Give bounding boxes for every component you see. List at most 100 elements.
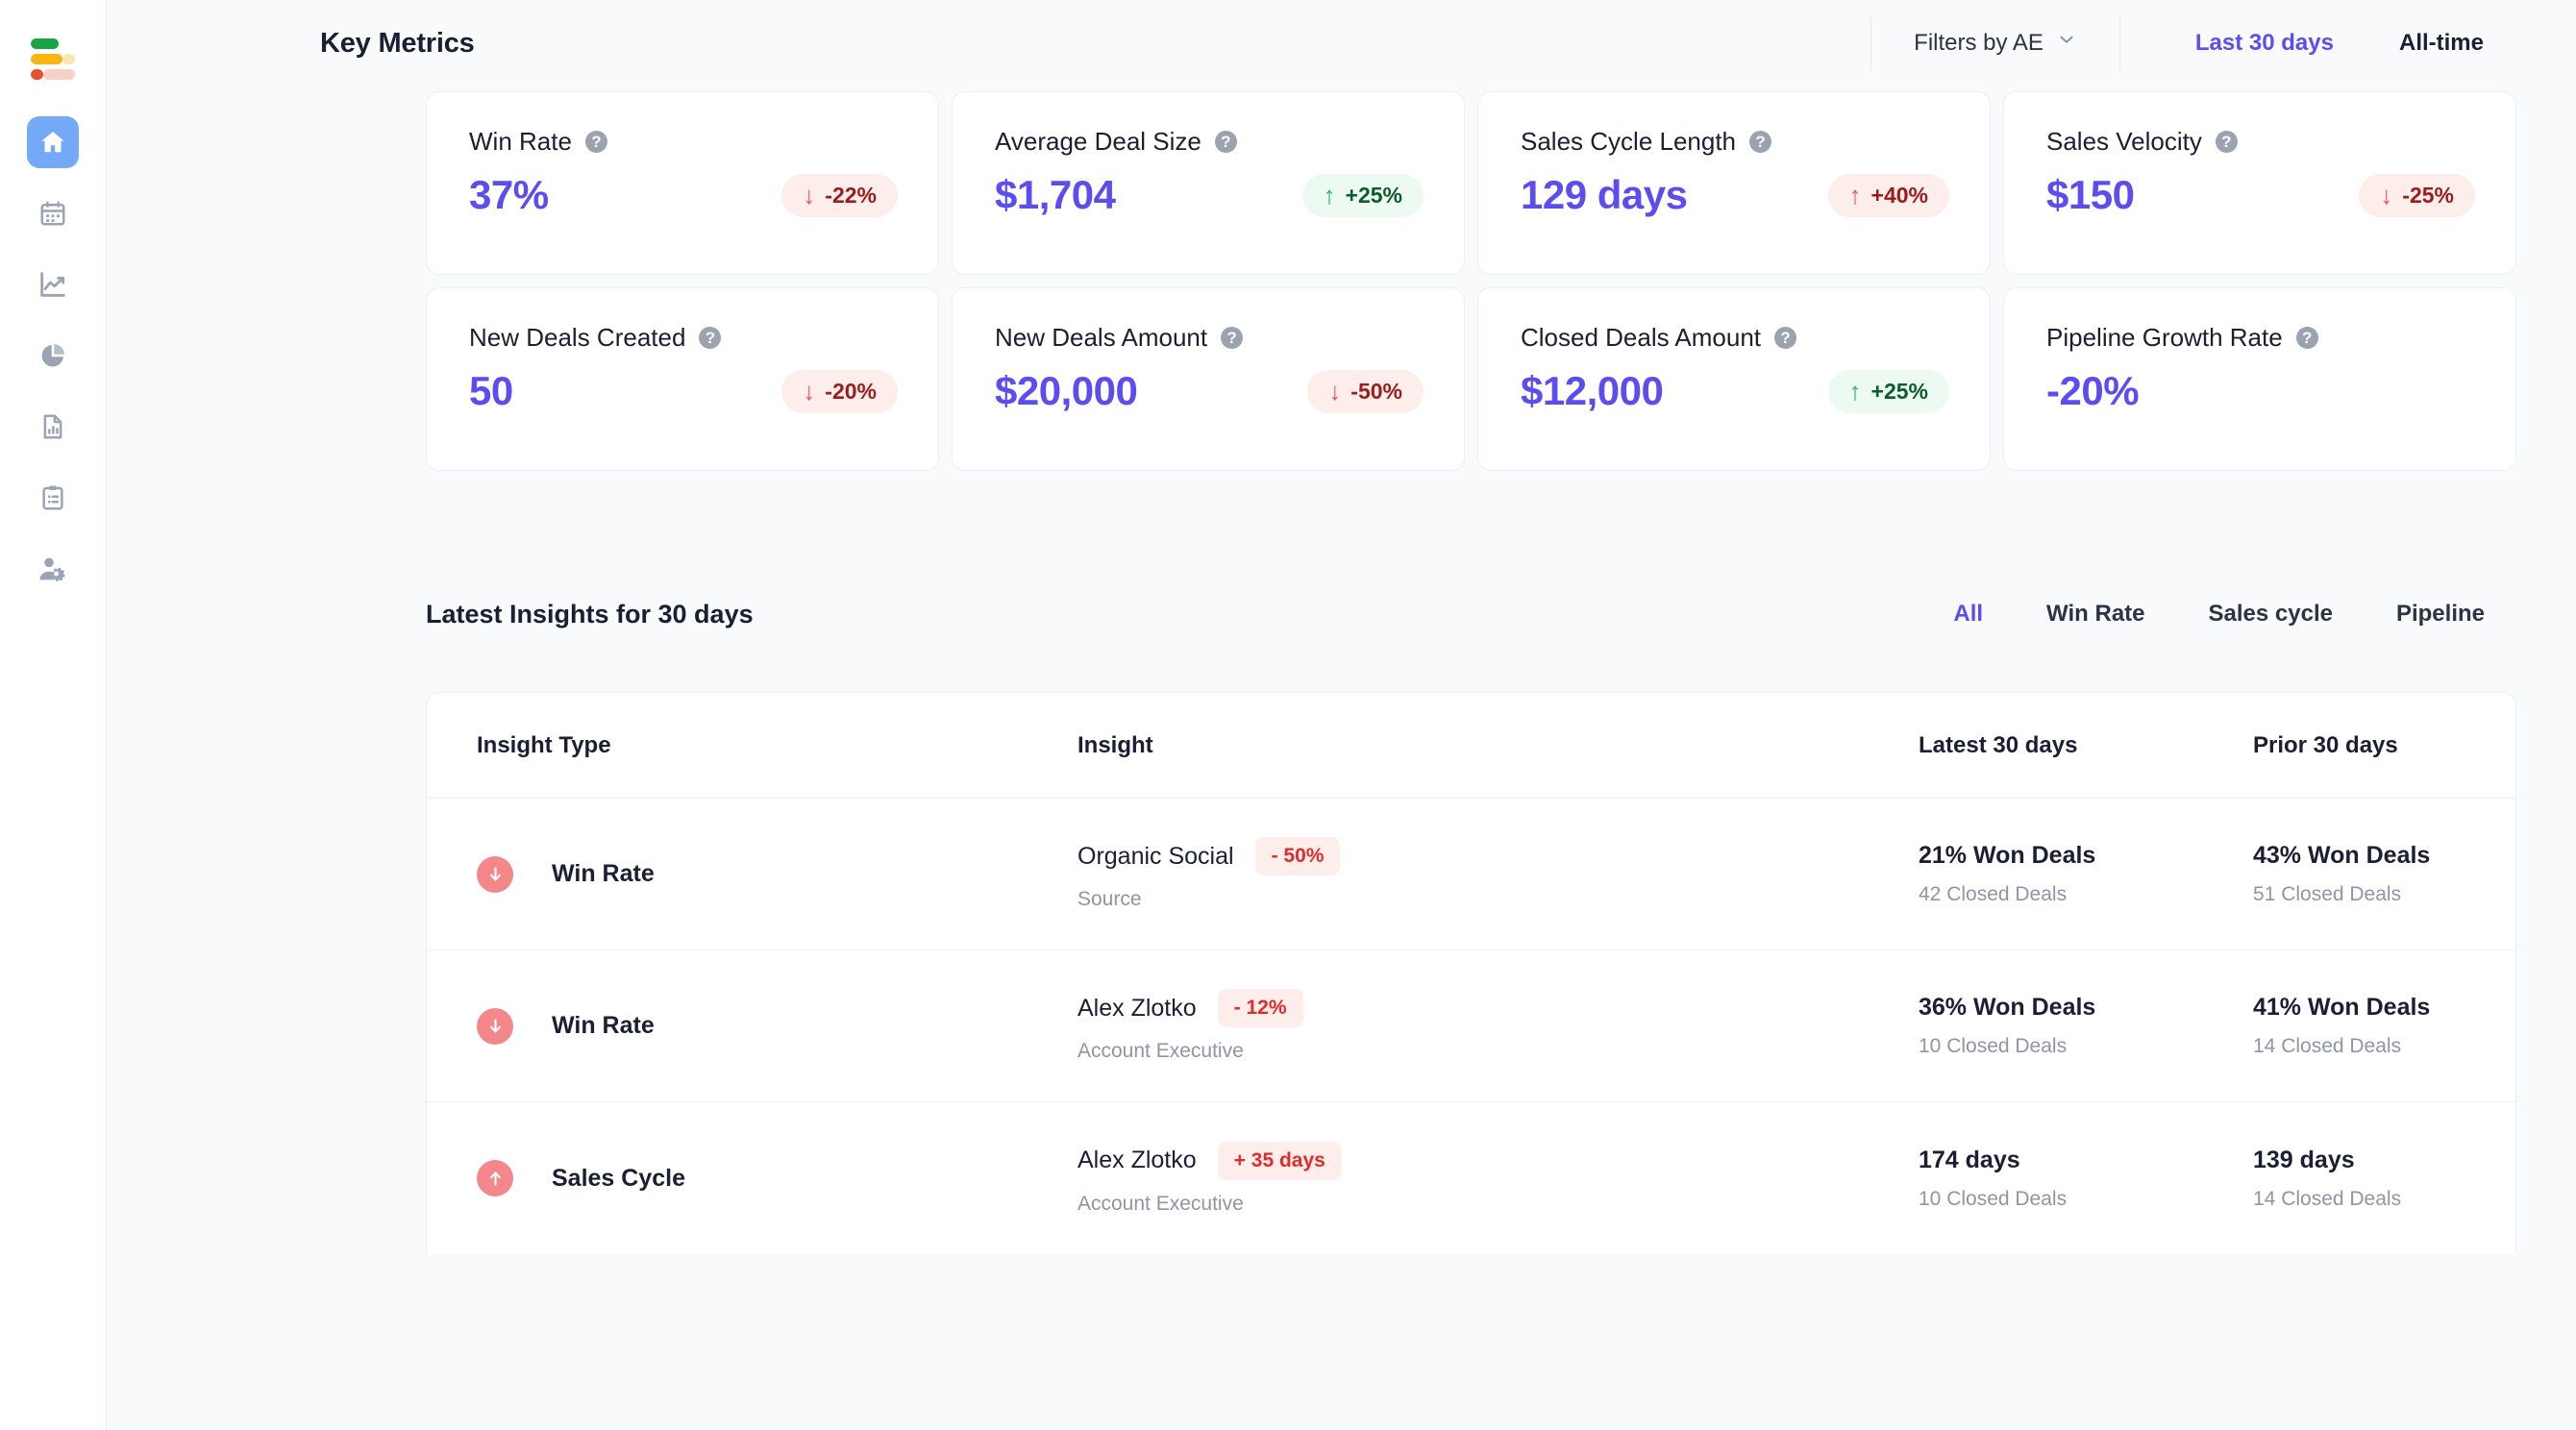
latest-primary-value: 36% Won Deals — [1919, 994, 2096, 1021]
sidebar-item-tasks[interactable] — [27, 472, 79, 524]
prior-secondary-value: 14 Closed Deals — [2253, 1035, 2402, 1057]
metric-card-win-rate[interactable]: Win Rate ? 37% ↓ -22% — [426, 91, 939, 275]
metric-value: $12,000 — [1521, 368, 1664, 413]
arrow-up-icon: ↑ — [1323, 181, 1336, 210]
cell-latest-30-days: 36% Won Deals 10 Closed Deals — [1919, 994, 2253, 1058]
tab-sales-cycle[interactable]: Sales cycle — [2177, 601, 2365, 628]
sidebar-item-reports[interactable] — [27, 401, 79, 453]
cell-insight-type: Sales Cycle — [477, 1160, 1077, 1196]
trending-chart-icon — [37, 269, 68, 300]
filters-by-ae-dropdown[interactable]: Filters by AE — [1870, 16, 2119, 70]
latest-secondary-value: 42 Closed Deals — [1919, 883, 2068, 905]
metric-title: Closed Deals Amount — [1521, 323, 1762, 352]
help-icon[interactable]: ? — [2215, 131, 2238, 153]
metric-value: $1,704 — [995, 172, 1116, 217]
sidebar-item-team-settings[interactable] — [27, 543, 79, 595]
help-icon[interactable]: ? — [2295, 327, 2318, 349]
cell-prior-30-days: 139 days 14 Closed Deals — [2253, 1146, 2515, 1211]
home-icon — [38, 128, 67, 157]
app-logo[interactable] — [31, 36, 75, 82]
latest-primary-value: 174 days — [1919, 1146, 2020, 1173]
column-header-insight: Insight — [1077, 731, 1153, 758]
sidebar-item-breakdown[interactable] — [27, 330, 79, 382]
column-header-prior: Prior 30 days — [2253, 731, 2398, 758]
card-header: Closed Deals Amount ? — [1521, 323, 1949, 353]
arrow-up-icon: ↑ — [1848, 377, 1862, 406]
arrow-down-circle-icon — [477, 855, 513, 893]
main-content: Key Metrics Filters by AE Last 30 days A… — [107, 0, 2576, 1430]
column-header-insight-type: Insight Type — [477, 731, 611, 758]
chevron-down-icon — [2056, 16, 2077, 70]
card-header: New Deals Created ? — [469, 323, 898, 353]
cell-prior-30-days: 43% Won Deals 51 Closed Deals — [2253, 842, 2515, 906]
help-icon[interactable]: ? — [699, 327, 722, 349]
prior-secondary-value: 51 Closed Deals — [2253, 883, 2402, 905]
logo-bar-green — [31, 37, 75, 49]
header-controls: Filters by AE Last 30 days All-time — [1870, 16, 2516, 70]
range-all-time[interactable]: All-time — [2366, 16, 2516, 70]
insight-subtitle: Source — [1077, 888, 1142, 910]
cell-prior-30-days: 41% Won Deals 14 Closed Deals — [2253, 994, 2515, 1058]
help-icon[interactable]: ? — [1221, 327, 1244, 349]
metric-title: Average Deal Size — [995, 127, 1201, 156]
latest-secondary-value: 10 Closed Deals — [1919, 1187, 2068, 1210]
metric-change-badge: ↑ +25% — [1301, 173, 1424, 217]
metric-title: Sales Velocity — [2046, 127, 2202, 156]
help-icon[interactable]: ? — [1214, 131, 1237, 153]
card-header: Pipeline Growth Rate ? — [2046, 323, 2475, 353]
insight-subtitle: Account Executive — [1077, 1192, 1244, 1215]
arrow-down-circle-icon — [477, 1007, 513, 1045]
card-body: $12,000 ↑ +25% — [1521, 368, 1949, 414]
metric-change-badge: ↑ +25% — [1827, 369, 1949, 413]
help-icon[interactable]: ? — [1749, 131, 1772, 153]
sidebar-item-calendar[interactable] — [27, 187, 79, 239]
tab-win-rate[interactable]: Win Rate — [2015, 601, 2176, 628]
sidebar-item-trends[interactable] — [27, 259, 79, 310]
arrow-up-icon: ↑ — [1848, 181, 1862, 210]
arrow-down-icon: ↓ — [803, 181, 816, 210]
sidebar — [0, 0, 107, 1430]
insight-type-label: Sales Cycle — [552, 1164, 685, 1192]
card-body: -20% — [2046, 368, 2475, 414]
cell-insight: Alex Zlotko - 12% Account Executive — [1077, 989, 1919, 1063]
help-icon[interactable]: ? — [584, 131, 607, 153]
tab-pipeline[interactable]: Pipeline — [2365, 601, 2516, 628]
metric-cards-grid: Win Rate ? 37% ↓ -22% Average Deal Size … — [107, 91, 2576, 471]
metric-change-badge: ↓ -22% — [781, 173, 898, 217]
table-row[interactable]: Sales Cycle Alex Zlotko + 35 days Accoun… — [427, 1102, 2515, 1254]
sidebar-item-home[interactable] — [27, 116, 79, 168]
prior-primary-value: 139 days — [2253, 1146, 2355, 1173]
metric-card-average-deal-size[interactable]: Average Deal Size ? $1,704 ↑ +25% — [952, 91, 1465, 275]
table-row[interactable]: Win Rate Organic Social - 50% Source 21%… — [427, 799, 2515, 950]
metric-change-value: -22% — [825, 182, 877, 208]
metric-title: Sales Cycle Length — [1521, 127, 1737, 156]
insight-name: Alex Zlotko — [1077, 1146, 1197, 1173]
metric-change-value: +40% — [1870, 182, 1928, 208]
table-row[interactable]: Win Rate Alex Zlotko - 12% Account Execu… — [427, 950, 2515, 1102]
cell-latest-30-days: 21% Won Deals 42 Closed Deals — [1919, 842, 2253, 906]
prior-primary-value: 41% Won Deals — [2253, 994, 2431, 1021]
metric-value: 37% — [469, 172, 549, 217]
arrow-down-icon: ↓ — [803, 377, 816, 406]
metric-card-closed-deals-amount[interactable]: Closed Deals Amount ? $12,000 ↑ +25% — [1477, 287, 1991, 471]
help-icon[interactable]: ? — [1774, 327, 1797, 349]
arrow-down-icon: ↓ — [1328, 377, 1342, 406]
metric-card-sales-velocity[interactable]: Sales Velocity ? $150 ↓ -25% — [2003, 91, 2516, 275]
card-header: New Deals Amount ? — [995, 323, 1424, 353]
insights-tabs: All Win Rate Sales cycle Pipeline — [1921, 601, 2516, 628]
card-header: Win Rate ? — [469, 127, 898, 157]
metric-title: Win Rate — [469, 127, 572, 156]
metric-change-badge: ↓ -20% — [781, 369, 898, 413]
insight-name: Organic Social — [1077, 842, 1234, 870]
range-last-30-days[interactable]: Last 30 days — [2163, 16, 2366, 70]
metric-card-new-deals-created[interactable]: New Deals Created ? 50 ↓ -20% — [426, 287, 939, 471]
metric-value: $20,000 — [995, 368, 1138, 413]
metric-card-new-deals-amount[interactable]: New Deals Amount ? $20,000 ↓ -50% — [952, 287, 1465, 471]
prior-secondary-value: 14 Closed Deals — [2253, 1187, 2402, 1210]
latest-primary-value: 21% Won Deals — [1919, 842, 2096, 869]
metric-card-pipeline-growth-rate[interactable]: Pipeline Growth Rate ? -20% — [2003, 287, 2516, 471]
tab-all[interactable]: All — [1921, 601, 2015, 628]
user-settings-icon — [37, 554, 68, 584]
metric-card-sales-cycle-length[interactable]: Sales Cycle Length ? 129 days ↑ +40% — [1477, 91, 1991, 275]
column-header-latest: Latest 30 days — [1919, 731, 2078, 758]
